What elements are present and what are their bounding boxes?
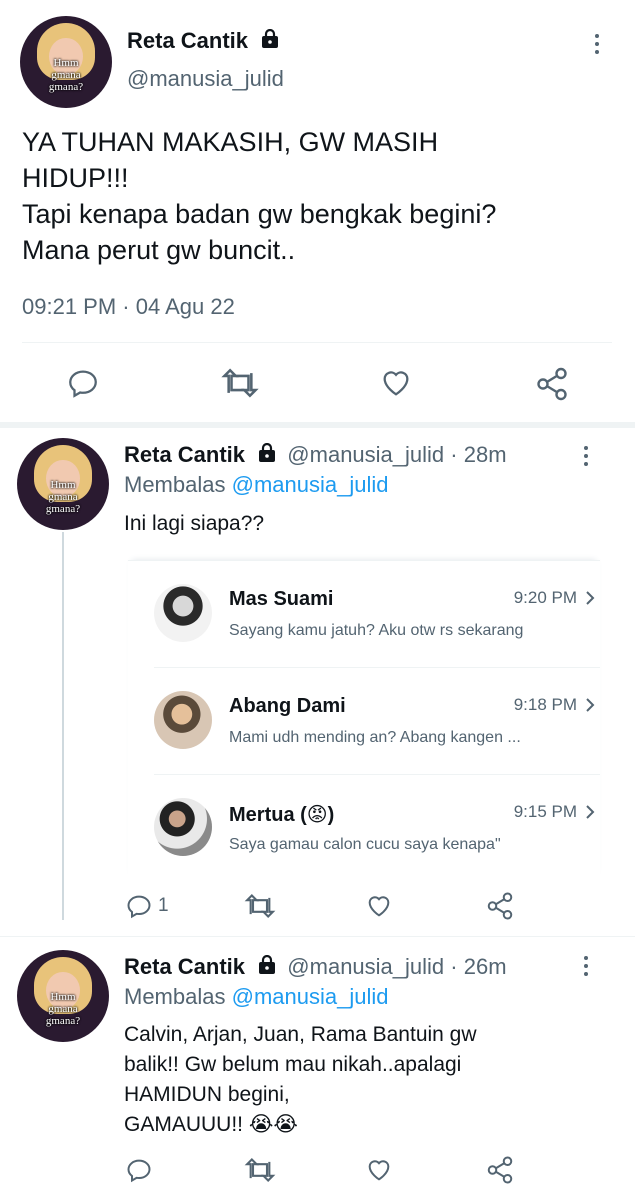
author-name[interactable]: Reta Cantik — [124, 954, 245, 979]
chat-row[interactable]: Abang Dami 9:18 PM Mami udh mending an? … — [154, 669, 599, 774]
contact-avatar — [154, 584, 212, 642]
chat-message: Sayang kamu jatuh? Aku otw rs sekarang — [229, 622, 524, 639]
share-icon[interactable] — [485, 1155, 515, 1185]
avatar-caption: Hmm gmana gmana? — [45, 991, 81, 1028]
contact-avatar — [154, 691, 212, 749]
retweet-icon[interactable] — [220, 366, 260, 400]
like-icon[interactable] — [365, 1156, 393, 1184]
thread-line — [62, 532, 64, 920]
chat-time: 9:20 PM — [513, 588, 577, 607]
replying-to-handle[interactable]: @manusia_julid — [232, 984, 389, 1009]
contact-name: Mas Suami — [229, 588, 334, 610]
chat-row[interactable]: Mertua (😡) 9:15 PM Saya gamau calon cucu… — [154, 776, 599, 881]
reply-line: Calvin, Arjan, Juan, Rama Bantuin gw — [124, 1023, 477, 1046]
reply-count: 1 — [158, 895, 169, 916]
more-icon[interactable] — [595, 34, 601, 58]
tweet-line: YA TUHAN MAKASIH, GW MASIH — [22, 127, 439, 157]
author-handle[interactable]: @manusia_julid — [287, 954, 444, 979]
tweet-timestamp[interactable]: 09:21 PM · 04 Agu 22 — [22, 294, 235, 320]
author-avatar[interactable]: Hmm gmana gmana? — [20, 16, 112, 108]
divider — [154, 774, 600, 775]
chevron-right-icon — [585, 590, 595, 611]
tweet-line: Mana perut gw buncit.. — [22, 235, 296, 265]
tweet-line: Tapi kenapa badan gw bengkak begini? — [22, 199, 497, 229]
tweet-line: HIDUP!!! — [22, 163, 129, 193]
chat-time: 9:15 PM — [513, 802, 577, 821]
chat-time: 9:18 PM — [513, 695, 577, 714]
tweet-text: YA TUHAN MAKASIH, GW MASIH HIDUP!!! Tapi… — [22, 124, 496, 268]
reply-avatar[interactable]: Hmm gmana gmana? — [17, 950, 109, 1042]
lock-icon — [257, 955, 277, 981]
divider — [0, 936, 635, 937]
reply-header: Reta Cantik @manusia_julid · 26m — [124, 954, 507, 981]
avatar-caption: Hmm gmana gmana? — [48, 57, 84, 94]
divider — [154, 667, 600, 668]
reply-text: Calvin, Arjan, Juan, Rama Bantuin gw bal… — [124, 1020, 477, 1140]
chat-message: Mami udh mending an? Abang kangen ... — [229, 729, 521, 746]
author-handle[interactable]: @manusia_julid — [127, 66, 284, 92]
lock-icon — [257, 443, 277, 469]
reply-icon[interactable] — [125, 1156, 153, 1184]
author-name[interactable]: Reta Cantik — [124, 442, 245, 467]
contact-name: Abang Dami — [229, 695, 346, 717]
section-divider — [0, 422, 635, 428]
reply-line: balik!! Gw belum mau nikah..apalagi — [124, 1053, 462, 1076]
more-icon[interactable] — [584, 446, 590, 470]
retweet-icon[interactable] — [243, 1156, 277, 1184]
reply-text: Ini lagi siapa?? — [124, 512, 265, 535]
like-icon[interactable] — [379, 366, 413, 400]
replying-label: Membalas — [124, 472, 226, 497]
chat-row[interactable]: Mas Suami 9:20 PM Sayang kamu jatuh? Aku… — [154, 562, 599, 667]
replying-to: Membalas @manusia_julid — [124, 472, 388, 498]
chat-message: Saya gamau calon cucu saya kenapa" — [229, 836, 501, 853]
replying-to-handle[interactable]: @manusia_julid — [232, 472, 389, 497]
share-icon[interactable] — [534, 366, 570, 402]
reply-avatar[interactable]: Hmm gmana gmana? — [17, 438, 109, 530]
chevron-right-icon — [585, 804, 595, 825]
replying-to: Membalas @manusia_julid — [124, 984, 388, 1010]
avatar-caption: Hmm gmana gmana? — [45, 479, 81, 516]
author-handle[interactable]: @manusia_julid — [287, 442, 444, 467]
reply-icon[interactable] — [125, 892, 153, 920]
lock-icon — [260, 29, 280, 55]
divider — [22, 342, 612, 343]
replying-label: Membalas — [124, 984, 226, 1009]
chevron-right-icon — [585, 697, 595, 718]
reply-line: GAMAUUU!! 😭😭 — [124, 1113, 298, 1136]
more-icon[interactable] — [584, 956, 590, 980]
like-icon[interactable] — [365, 892, 393, 920]
reply-time: · 28m — [450, 442, 507, 467]
reply-time: · 26m — [450, 954, 507, 979]
contact-name: Mertua (😡) — [229, 804, 335, 826]
share-icon[interactable] — [485, 891, 515, 921]
reply-line: HAMIDUN begini, — [124, 1083, 290, 1106]
retweet-icon[interactable] — [243, 892, 277, 920]
reply-header: Reta Cantik @manusia_julid · 28m — [124, 442, 507, 469]
contact-avatar — [154, 798, 212, 856]
author-name[interactable]: Reta Cantik — [127, 28, 280, 55]
reply-icon[interactable] — [66, 366, 100, 400]
